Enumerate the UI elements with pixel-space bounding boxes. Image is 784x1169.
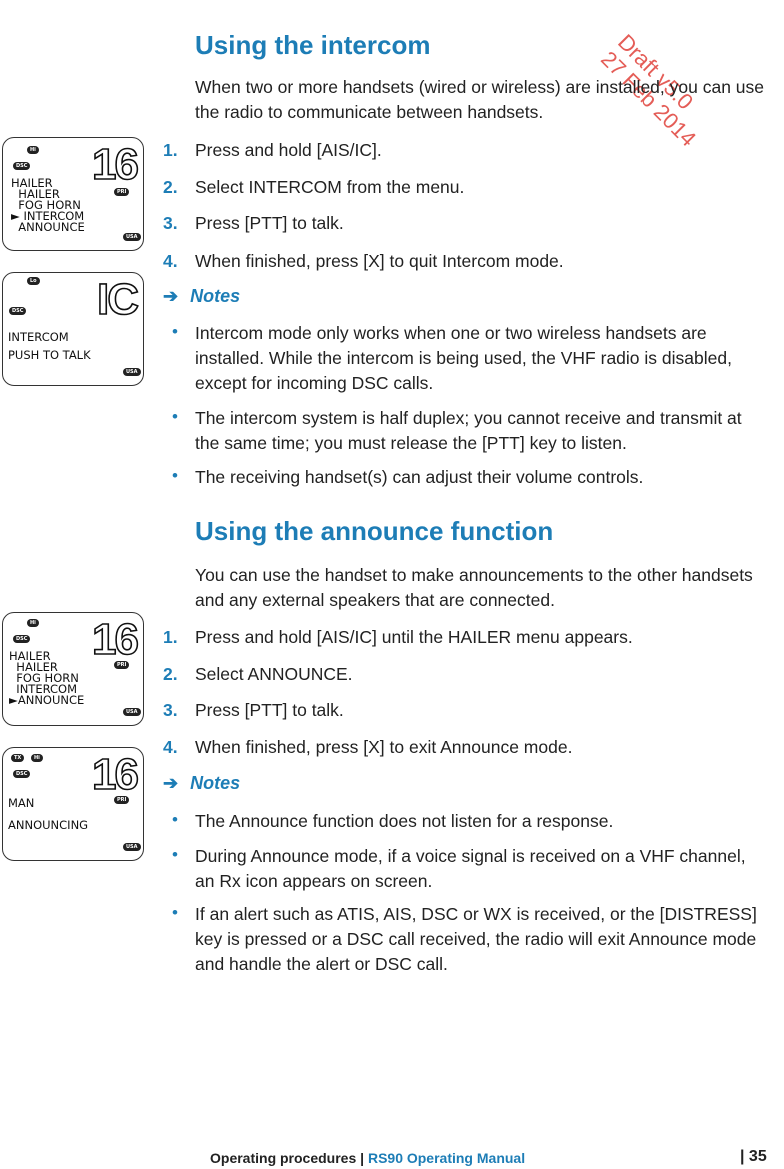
step-text: Press and hold [AIS/IC] until the HAILER… <box>195 627 633 647</box>
step-number: 1. <box>163 140 178 160</box>
power-badge: Lo <box>27 277 40 285</box>
section-title: Using the announce function <box>195 516 554 546</box>
menu-lines: HAILER HAILER FOG HORN ► INTERCOM ANNOUNC… <box>11 177 85 234</box>
step-text: Press and hold [AIS/IC]. <box>195 140 382 160</box>
menu-lines: HAILER HAILER FOG HORN INTERCOM ►ANNOUNCE <box>9 650 85 707</box>
lcd-screen-intercom: Lo DSC IC USA INTERCOM PUSH TO TALK <box>2 272 144 386</box>
lcd-screen-hailer-intercom: Hi DSC 16 PRI USA HAILER HAILER FOG HORN… <box>2 137 144 251</box>
power-badge: Hi <box>31 754 43 762</box>
footer-manual-title: RS90 Operating Manual <box>367 1150 526 1166</box>
arrow-icon: ➔ <box>163 286 179 306</box>
notes-label: Notes <box>190 286 241 306</box>
status-lines: INTERCOM PUSH TO TALK <box>8 328 91 364</box>
step-number: 2. <box>163 664 178 684</box>
step-text: Press [PTT] to talk. <box>195 700 344 720</box>
step-number: 3. <box>163 700 178 720</box>
arrow-icon: ➔ <box>163 773 179 793</box>
status-line: MAN <box>8 796 35 810</box>
bullet-icon: • <box>172 845 178 864</box>
power-badge: Hi <box>27 146 39 154</box>
step-text: Press [PTT] to talk. <box>195 213 344 233</box>
note-text: The intercom system is half duplex; you … <box>195 408 742 453</box>
channel-number: 16 <box>91 749 140 800</box>
bullet-icon: • <box>172 407 178 426</box>
menu-line: ANNOUNCE <box>11 220 85 234</box>
step-text: When finished, press [X] to quit Interco… <box>195 251 564 271</box>
status-line: PUSH TO TALK <box>8 348 91 362</box>
note-text: The Announce function does not listen fo… <box>195 811 614 831</box>
step-text: Select INTERCOM from the menu. <box>195 177 465 197</box>
section-title: Using the intercom <box>195 30 431 60</box>
region-badge: USA <box>123 708 141 716</box>
power-badge: Hi <box>27 619 39 627</box>
dsc-badge: DSC <box>9 307 27 315</box>
channel-number: 16 <box>91 139 140 190</box>
step-text: When finished, press [X] to exit Announc… <box>195 737 573 757</box>
tx-badge: TX <box>11 754 25 762</box>
pri-badge: PRI <box>114 188 130 196</box>
note-text: Intercom mode only works when one or two… <box>195 323 732 393</box>
note-text: During Announce mode, if a voice signal … <box>195 846 746 891</box>
notes-heading: ➔ Notes <box>163 773 240 794</box>
notes-heading: ➔ Notes <box>163 286 240 307</box>
note-text: The receiving handset(s) can adjust thei… <box>195 467 644 487</box>
region-badge: USA <box>123 843 141 851</box>
pri-badge: PRI <box>114 796 130 804</box>
lcd-screen-hailer-announce: Hi DSC 16 PRI USA HAILER HAILER FOG HORN… <box>2 612 144 726</box>
footer-section-label: Operating procedures | <box>210 1150 365 1166</box>
step-text: Select ANNOUNCE. <box>195 664 353 684</box>
bullet-icon: • <box>172 322 178 341</box>
note-text: If an alert such as ATIS, AIS, DSC or WX… <box>195 904 757 974</box>
page-number: | 35 <box>740 1148 767 1165</box>
region-badge: USA <box>123 233 141 241</box>
bullet-icon: • <box>172 810 178 829</box>
menu-line: ►ANNOUNCE <box>9 693 85 707</box>
intro-text: You can use the handset to make announce… <box>195 565 753 610</box>
dsc-badge: DSC <box>13 162 31 170</box>
status-lines: MAN ANNOUNCING <box>8 792 88 836</box>
region-badge: USA <box>123 368 141 376</box>
bullet-icon: • <box>172 903 178 922</box>
step-number: 3. <box>163 213 178 233</box>
footer-section: Operating procedures | RS90 Operating Ma… <box>210 1150 525 1166</box>
step-number: 1. <box>163 627 178 647</box>
status-line: INTERCOM <box>8 330 69 344</box>
bullet-icon: • <box>172 466 178 485</box>
pri-badge: PRI <box>114 661 130 669</box>
notes-label: Notes <box>190 773 241 793</box>
manual-page: Draft v5.0 27 Feb 2014 Using the intercom… <box>0 0 784 1169</box>
status-line: ANNOUNCING <box>8 818 89 832</box>
step-number: 2. <box>163 177 178 197</box>
step-number: 4. <box>163 737 178 757</box>
dsc-badge: DSC <box>13 770 31 778</box>
channel-number: IC <box>96 274 140 325</box>
dsc-badge: DSC <box>13 635 31 643</box>
channel-number: 16 <box>91 614 140 665</box>
step-number: 4. <box>163 251 178 271</box>
intro-text: When two or more handsets (wired or wire… <box>195 77 764 122</box>
lcd-screen-announcing: TX Hi DSC 16 PRI USA MAN ANNOUNCING <box>2 747 144 861</box>
